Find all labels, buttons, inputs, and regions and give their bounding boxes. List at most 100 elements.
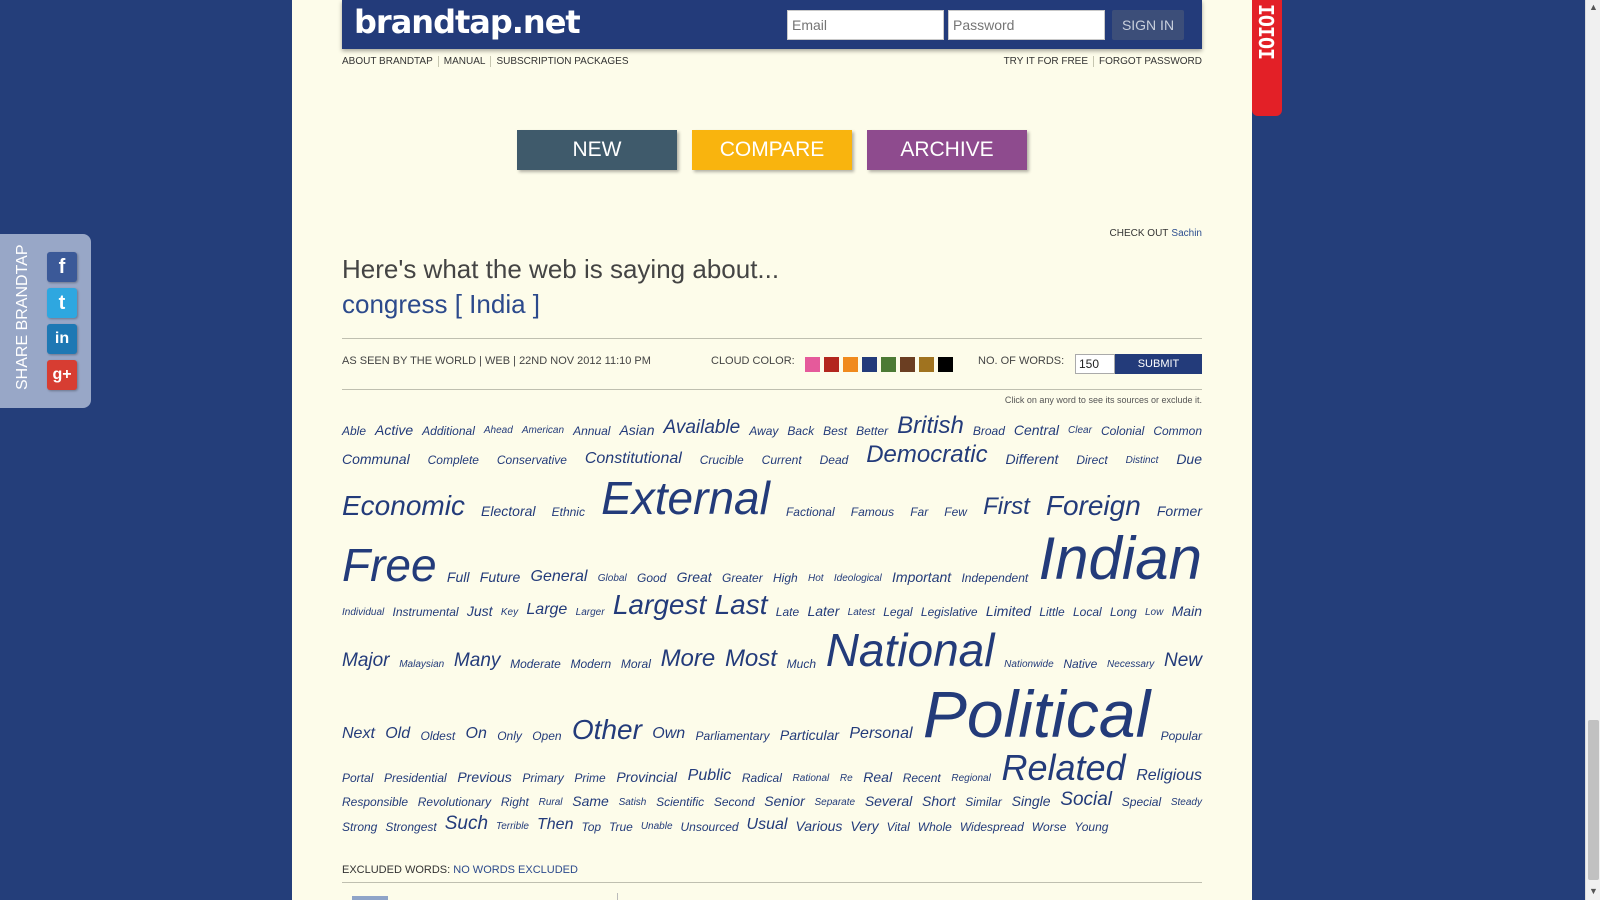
cloud-word[interactable]: Worse	[1032, 821, 1067, 833]
cloud-word[interactable]: Same	[572, 794, 609, 808]
cloud-word[interactable]: Various	[795, 819, 842, 833]
facebook-icon[interactable]: f	[47, 252, 77, 282]
cloud-word[interactable]: Only	[497, 730, 522, 742]
cloud-word[interactable]: Portal	[342, 772, 373, 784]
cloud-word[interactable]: Moderate	[510, 658, 561, 670]
cloud-word[interactable]: Religious	[1136, 768, 1202, 784]
cloud-word[interactable]: Little	[1039, 606, 1064, 618]
nav-try-free[interactable]: TRY IT FOR FREE	[1004, 56, 1093, 67]
cloud-word[interactable]: Able	[342, 425, 366, 437]
nav-subscription-packages[interactable]: SUBSCRIPTION PACKAGES	[490, 56, 633, 67]
cloud-color-swatch[interactable]	[881, 357, 896, 372]
cloud-color-swatch[interactable]	[824, 357, 839, 372]
cloud-word[interactable]: Central	[1014, 423, 1059, 437]
cloud-word[interactable]: Ethnic	[552, 506, 585, 518]
cloud-word[interactable]: Native	[1063, 658, 1097, 670]
cloud-word[interactable]: Whole	[918, 821, 952, 833]
scroll-thumb[interactable]	[1588, 720, 1599, 880]
password-input[interactable]	[948, 10, 1105, 40]
brandtap-logo[interactable]: brandtap.net	[354, 3, 581, 41]
cloud-word[interactable]: Presidential	[384, 772, 447, 784]
ribbon-tab[interactable]: IOIOI	[1252, 0, 1282, 116]
cloud-word[interactable]: Unable	[641, 822, 673, 832]
cloud-word[interactable]: Conservative	[497, 454, 567, 466]
cloud-word[interactable]: Former	[1157, 504, 1202, 518]
archive-button[interactable]: ARCHIVE	[867, 130, 1027, 170]
cloud-word[interactable]: Factional	[786, 506, 835, 518]
cloud-word[interactable]: Future	[480, 570, 520, 584]
cloud-word[interactable]: Ahead	[484, 426, 513, 436]
cloud-word[interactable]: Latest	[848, 607, 875, 618]
cloud-word[interactable]: Communal	[342, 452, 410, 466]
cloud-word[interactable]: Global	[598, 574, 627, 584]
submit-button[interactable]: SUBMIT	[1115, 354, 1202, 374]
cloud-word[interactable]: Strongest	[385, 821, 436, 833]
cloud-word[interactable]: Due	[1176, 452, 1202, 466]
cloud-word[interactable]: Full	[447, 570, 470, 584]
cloud-word[interactable]: Most	[725, 646, 777, 671]
cloud-word[interactable]: Just	[467, 604, 493, 618]
email-input[interactable]	[787, 10, 944, 40]
nav-manual[interactable]: MANUAL	[437, 56, 491, 67]
cloud-word[interactable]: High	[773, 572, 798, 584]
cloud-word[interactable]: Old	[385, 726, 410, 742]
cloud-word[interactable]: Legal	[883, 606, 912, 618]
cloud-word[interactable]: Great	[677, 570, 712, 584]
cloud-word[interactable]: Public	[688, 768, 732, 784]
cloud-word[interactable]: Senior	[764, 794, 804, 808]
cloud-word[interactable]: Open	[532, 730, 561, 742]
cloud-word[interactable]: Right	[501, 796, 529, 808]
cloud-word[interactable]: Usual	[747, 816, 788, 833]
cloud-word[interactable]: Ideological	[834, 574, 882, 584]
scrollbar[interactable]: ▲ ▼	[1585, 0, 1600, 900]
cloud-word[interactable]: Better	[856, 425, 888, 437]
cloud-word[interactable]: Top	[581, 821, 601, 833]
cloud-word[interactable]: Best	[823, 425, 847, 437]
cloud-word[interactable]: Particular	[780, 728, 839, 742]
cloud-word[interactable]: Short	[922, 794, 955, 808]
cloud-word[interactable]: Political	[923, 681, 1150, 747]
cloud-word[interactable]: Parliamentary	[696, 730, 770, 742]
cloud-word[interactable]: Available	[663, 418, 740, 437]
cloud-word[interactable]: Rational	[793, 773, 830, 784]
cloud-color-swatch[interactable]	[862, 357, 877, 372]
compare-button[interactable]: COMPARE	[692, 130, 852, 170]
cloud-word[interactable]: Radical	[742, 772, 782, 784]
cloud-word[interactable]: Modern	[570, 658, 611, 670]
cloud-word[interactable]: Dead	[820, 454, 849, 466]
cloud-word[interactable]: Later	[807, 604, 839, 618]
cloud-word[interactable]: Current	[762, 454, 802, 466]
cloud-word[interactable]: Personal	[849, 726, 912, 742]
nav-forgot-password[interactable]: FORGOT PASSWORD	[1093, 56, 1202, 67]
cloud-color-swatch[interactable]	[843, 357, 858, 372]
cloud-word[interactable]: Nationwide	[1004, 659, 1053, 670]
cloud-word[interactable]: Key	[501, 607, 518, 618]
cloud-word[interactable]: Free	[342, 542, 437, 588]
word-count-input[interactable]	[1075, 354, 1115, 374]
cloud-word[interactable]: General	[531, 568, 588, 585]
cloud-word[interactable]: Similar	[965, 796, 1002, 808]
cloud-word[interactable]: Local	[1073, 606, 1102, 618]
cloud-word[interactable]: British	[897, 413, 964, 438]
cloud-word[interactable]: Strong	[342, 821, 377, 833]
cloud-word[interactable]: Clear	[1068, 426, 1092, 436]
cloud-word[interactable]: Democratic	[866, 443, 987, 467]
cloud-word[interactable]: Primary	[522, 772, 563, 784]
cloud-word[interactable]: Vital	[887, 821, 910, 833]
cloud-word[interactable]: Additional	[422, 425, 475, 437]
cloud-word[interactable]: Single	[1012, 794, 1051, 808]
cloud-word[interactable]: Second	[714, 796, 755, 808]
cloud-word[interactable]: Annual	[573, 425, 610, 437]
cloud-word[interactable]: Back	[787, 425, 814, 437]
cloud-color-swatch[interactable]	[805, 357, 820, 372]
cloud-word[interactable]: Away	[749, 425, 778, 437]
cloud-word[interactable]: New	[1164, 651, 1202, 670]
cloud-word[interactable]: Necessary	[1107, 659, 1154, 670]
twitter-icon[interactable]: t	[47, 288, 77, 318]
cloud-word[interactable]: Individual	[342, 607, 384, 618]
scroll-down-icon[interactable]: ▼	[1589, 886, 1598, 896]
cloud-word[interactable]: Long	[1110, 606, 1137, 618]
cloud-color-swatch[interactable]	[938, 357, 953, 372]
cloud-word[interactable]: Oldest	[420, 730, 455, 742]
cloud-color-swatch[interactable]	[919, 357, 934, 372]
